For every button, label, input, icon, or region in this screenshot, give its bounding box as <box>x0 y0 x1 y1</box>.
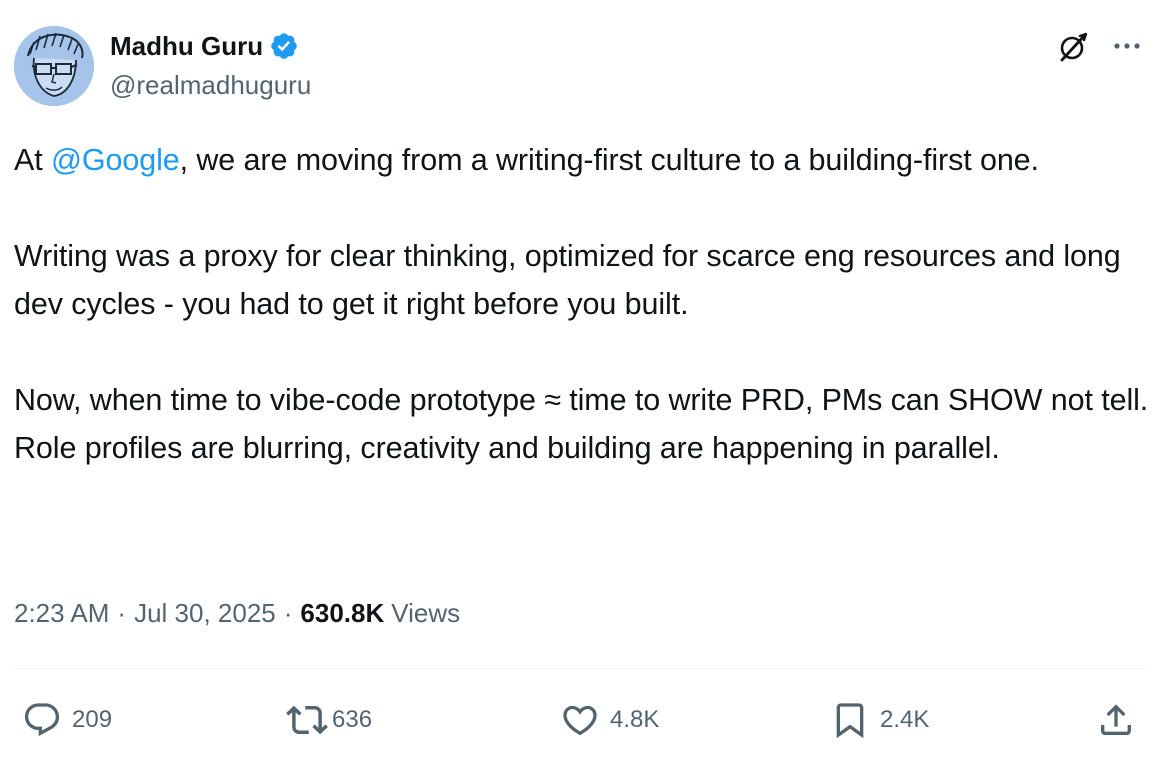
reply-button[interactable]: 209 <box>22 696 112 744</box>
share-button[interactable] <box>1096 696 1136 744</box>
grok-icon[interactable] <box>1056 30 1090 64</box>
repost-count: 636 <box>332 706 373 733</box>
text-segment: , we are moving from a writing-first cul… <box>179 143 1039 177</box>
author-handle[interactable]: @realmadhuguru <box>110 70 311 101</box>
reply-icon <box>22 700 62 740</box>
meta-separator: · <box>117 598 127 628</box>
repost-icon <box>286 699 328 741</box>
views-label: Views <box>391 598 461 628</box>
tweet-time[interactable]: 2:23 AM <box>14 598 109 629</box>
more-icon[interactable] <box>1110 34 1144 58</box>
verified-badge-icon[interactable] <box>269 31 299 61</box>
tweet: Madhu Guru @realmadhuguru At @Google, we… <box>0 0 1166 776</box>
display-name[interactable]: Madhu Guru <box>110 31 263 62</box>
like-button[interactable]: 4.8K <box>560 696 659 744</box>
like-icon <box>560 700 600 740</box>
like-count: 4.8K <box>610 706 660 733</box>
repost-button[interactable]: 636 <box>286 696 372 744</box>
tweet-paragraph: Writing was a proxy for clear thinking, … <box>14 232 1154 328</box>
tweet-paragraph: At @Google, we are moving from a writing… <box>14 136 1154 184</box>
avatar[interactable] <box>14 26 94 106</box>
bookmark-icon <box>830 700 870 740</box>
author-name-row[interactable]: Madhu Guru <box>110 28 299 64</box>
text-segment: Now, when time to vibe-code prototype ≈ … <box>14 383 1149 465</box>
meta-separator: · <box>283 598 293 628</box>
mention-link[interactable]: @Google <box>51 143 180 177</box>
bookmark-button[interactable]: 2.4K <box>830 696 929 744</box>
text-segment: At <box>14 143 51 177</box>
tweet-text: At @Google, we are moving from a writing… <box>14 136 1154 472</box>
tweet-paragraph: Now, when time to vibe-code prototype ≈ … <box>14 376 1154 472</box>
tweet-date[interactable]: Jul 30, 2025 <box>134 598 276 629</box>
divider <box>14 668 1146 669</box>
bookmark-count: 2.4K <box>880 706 930 733</box>
text-segment: Writing was a proxy for clear thinking, … <box>14 239 1121 321</box>
share-icon <box>1096 700 1136 740</box>
avatar-image <box>14 26 94 106</box>
tweet-meta: 2:23 AM · Jul 30, 2025 · 630.8K Views <box>14 598 460 629</box>
reply-count: 209 <box>72 706 113 733</box>
views-count[interactable]: 630.8K <box>300 598 384 629</box>
